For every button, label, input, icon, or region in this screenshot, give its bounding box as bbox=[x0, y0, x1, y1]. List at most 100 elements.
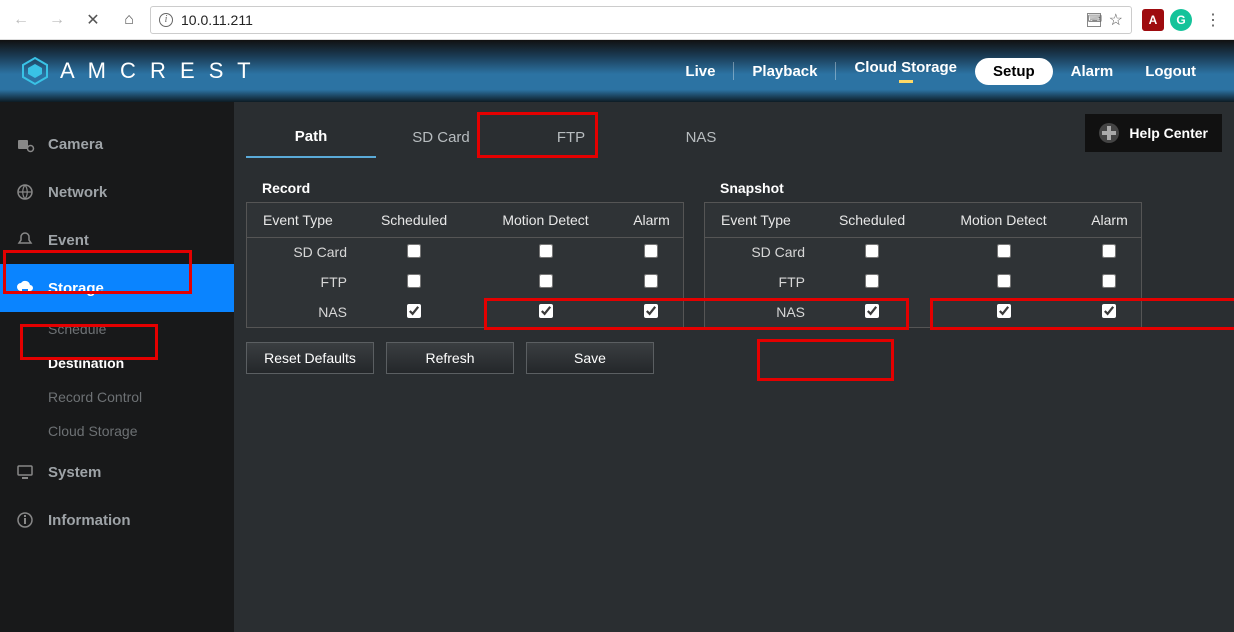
record-panel: Record Event Type Scheduled Motion Detec… bbox=[246, 174, 684, 328]
sidebar-label: Event bbox=[48, 232, 89, 249]
camera-icon bbox=[14, 134, 36, 154]
snapshot-ftp-alarm-checkbox[interactable] bbox=[1102, 274, 1116, 288]
snapshot-sdcard-alarm-checkbox[interactable] bbox=[1102, 244, 1116, 258]
cell-alarm bbox=[620, 297, 683, 327]
sidebar-sub-cloud-storage[interactable]: Cloud Storage bbox=[0, 414, 234, 448]
snapshot-tbody: SD CardFTPNAS bbox=[705, 237, 1141, 327]
sidebar-item-network[interactable]: Network bbox=[0, 168, 234, 216]
th-alarm: Alarm bbox=[620, 203, 683, 237]
adobe-icon[interactable]: A bbox=[1142, 9, 1164, 31]
cell-alarm bbox=[1078, 237, 1141, 267]
header-nav: Live Playback Cloud Storage Setup Alarm … bbox=[671, 40, 1210, 102]
row-label: SD Card bbox=[705, 237, 815, 267]
system-icon bbox=[14, 462, 36, 482]
sidebar-sub-destination[interactable]: Destination bbox=[0, 346, 234, 380]
amcrest-logo-icon bbox=[20, 56, 50, 86]
tables-row: Record Event Type Scheduled Motion Detec… bbox=[246, 174, 1222, 328]
info-icon[interactable]: i bbox=[159, 13, 173, 27]
th-event-type: Event Type bbox=[247, 203, 357, 237]
reset-defaults-button[interactable]: Reset Defaults bbox=[246, 342, 374, 374]
table-row: NAS bbox=[705, 297, 1141, 327]
sidebar-item-storage[interactable]: Storage bbox=[0, 264, 234, 312]
app-header: A M C R E S T Live Playback Cloud Storag… bbox=[0, 40, 1234, 102]
th-scheduled: Scheduled bbox=[815, 203, 929, 237]
record-sdcard-motion-checkbox[interactable] bbox=[539, 244, 553, 258]
sidebar-sub-record-control[interactable]: Record Control bbox=[0, 380, 234, 414]
sidebar-item-camera[interactable]: Camera bbox=[0, 120, 234, 168]
cell-alarm bbox=[1078, 297, 1141, 327]
th-alarm: Alarm bbox=[1078, 203, 1141, 237]
address-bar[interactable]: i 10.0.11.211 ⌨ ☆ bbox=[150, 6, 1132, 34]
table-row: SD Card bbox=[247, 237, 683, 267]
sidebar-item-event[interactable]: Event bbox=[0, 216, 234, 264]
nav-live[interactable]: Live bbox=[671, 63, 729, 80]
record-ftp-motion-checkbox[interactable] bbox=[539, 274, 553, 288]
record-sdcard-alarm-checkbox[interactable] bbox=[644, 244, 658, 258]
row-label: SD Card bbox=[247, 237, 357, 267]
cell-motion bbox=[471, 297, 620, 327]
menu-icon[interactable]: ⋮ bbox=[1198, 6, 1228, 34]
keyboard-icon[interactable]: ⌨ bbox=[1087, 13, 1101, 27]
row-label: NAS bbox=[705, 297, 815, 327]
record-nas-alarm-checkbox[interactable] bbox=[644, 304, 658, 318]
stop-button[interactable]: ✕ bbox=[78, 6, 108, 34]
nav-divider bbox=[835, 62, 836, 80]
record-nas-motion-checkbox[interactable] bbox=[539, 304, 553, 318]
cell-motion bbox=[471, 267, 620, 297]
tab-nas[interactable]: NAS bbox=[636, 116, 766, 158]
nav-logout[interactable]: Logout bbox=[1131, 63, 1210, 80]
snapshot-nas-scheduled-checkbox[interactable] bbox=[865, 304, 879, 318]
nav-cloud-storage[interactable]: Cloud Storage bbox=[840, 59, 971, 83]
row-label: FTP bbox=[247, 267, 357, 297]
cell-motion bbox=[929, 297, 1078, 327]
sidebar-label: Information bbox=[48, 512, 131, 529]
network-icon bbox=[14, 182, 36, 202]
help-center-icon bbox=[1099, 123, 1119, 143]
record-ftp-scheduled-checkbox[interactable] bbox=[407, 274, 421, 288]
help-center-button[interactable]: Help Center bbox=[1085, 114, 1222, 152]
sidebar-sub-schedule[interactable]: Schedule bbox=[0, 312, 234, 346]
cell-scheduled bbox=[815, 267, 929, 297]
sidebar-label: Camera bbox=[48, 136, 103, 153]
snapshot-nas-alarm-checkbox[interactable] bbox=[1102, 304, 1116, 318]
brand: A M C R E S T bbox=[20, 56, 255, 86]
record-ftp-alarm-checkbox[interactable] bbox=[644, 274, 658, 288]
refresh-button[interactable]: Refresh bbox=[386, 342, 514, 374]
url-text: 10.0.11.211 bbox=[181, 12, 1079, 28]
snapshot-sdcard-scheduled-checkbox[interactable] bbox=[865, 244, 879, 258]
snapshot-panel: Snapshot Event Type Scheduled Motion Det… bbox=[704, 174, 1142, 328]
home-button[interactable]: ⌂ bbox=[114, 6, 144, 34]
star-icon[interactable]: ☆ bbox=[1109, 10, 1123, 30]
snapshot-sdcard-motion-checkbox[interactable] bbox=[997, 244, 1011, 258]
nav-alarm[interactable]: Alarm bbox=[1057, 63, 1128, 80]
cell-motion bbox=[929, 237, 1078, 267]
snapshot-ftp-motion-checkbox[interactable] bbox=[997, 274, 1011, 288]
cell-motion bbox=[471, 237, 620, 267]
grammarly-icon[interactable]: G bbox=[1170, 9, 1192, 31]
forward-button[interactable]: → bbox=[42, 6, 72, 34]
snapshot-nas-motion-checkbox[interactable] bbox=[997, 304, 1011, 318]
cell-alarm bbox=[1078, 267, 1141, 297]
sidebar-item-system[interactable]: System bbox=[0, 448, 234, 496]
table-row: NAS bbox=[247, 297, 683, 327]
th-event-type: Event Type bbox=[705, 203, 815, 237]
snapshot-ftp-scheduled-checkbox[interactable] bbox=[865, 274, 879, 288]
tab-ftp[interactable]: FTP bbox=[506, 116, 636, 158]
table-row: FTP bbox=[705, 267, 1141, 297]
cell-scheduled bbox=[815, 237, 929, 267]
tab-sdcard[interactable]: SD Card bbox=[376, 116, 506, 158]
nav-divider bbox=[733, 62, 734, 80]
save-button[interactable]: Save bbox=[526, 342, 654, 374]
button-row: Reset Defaults Refresh Save bbox=[246, 342, 1222, 374]
information-icon bbox=[14, 510, 36, 530]
sidebar: Camera Network Event Storage Sched bbox=[0, 102, 234, 632]
help-center-label: Help Center bbox=[1129, 125, 1208, 141]
cell-scheduled bbox=[357, 297, 471, 327]
tab-path[interactable]: Path bbox=[246, 116, 376, 158]
record-nas-scheduled-checkbox[interactable] bbox=[407, 304, 421, 318]
nav-setup[interactable]: Setup bbox=[975, 58, 1053, 85]
nav-playback[interactable]: Playback bbox=[738, 63, 831, 80]
record-sdcard-scheduled-checkbox[interactable] bbox=[407, 244, 421, 258]
sidebar-item-information[interactable]: Information bbox=[0, 496, 234, 544]
back-button[interactable]: ← bbox=[6, 6, 36, 34]
